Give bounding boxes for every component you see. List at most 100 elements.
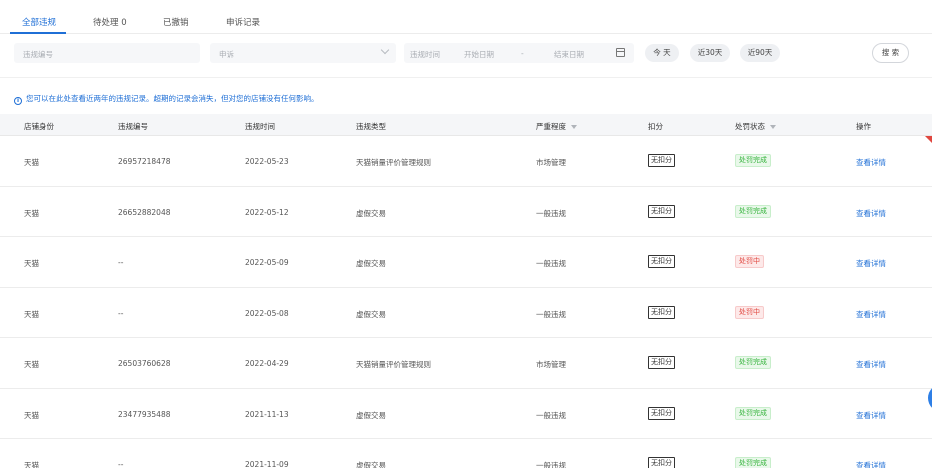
date-range-label: 违规时间 [410, 50, 440, 59]
deduct-badge: 无扣分 [648, 457, 675, 468]
cell-identity: 天猫 [24, 208, 39, 218]
notice-text: 您可以在此处查看近两年的违规记录。超期的记录会消失，但对您的店铺没有任何影响。 [26, 94, 319, 103]
filter-icon[interactable] [571, 125, 577, 129]
tab-all-violations[interactable]: 全部违规 [22, 16, 56, 28]
cell-severity: 市场管理 [536, 360, 566, 369]
tab-appeal-records[interactable]: 申诉记录 [226, 16, 260, 28]
header-violation-time: 违规时间 [245, 122, 275, 131]
tab-pending[interactable]: 待处理 0 [93, 16, 127, 28]
table-row: 天猫 26957218478 2022-05-23 天猫销量评价管理规则 市场管… [0, 136, 932, 187]
cell-identity: 天猫 [24, 360, 39, 369]
corner-flag-icon [925, 136, 932, 143]
cell-severity: 一般违规 [536, 259, 566, 268]
retention-notice: i 您可以在此处查看近两年的违规记录。超期的记录会消失，但对您的店铺没有任何影响。 [14, 93, 319, 105]
start-date-input[interactable]: 开始日期 [464, 49, 494, 60]
cell-number: -- [118, 308, 124, 318]
table-row: 天猫 26652882048 2022-05-12 虚假交易 一般违规 无扣分 … [0, 187, 932, 237]
filter-bar: 违规编号 申诉 违规时间 开始日期 - 结束日期 今 天 近30天 近90天 搜… [0, 34, 932, 78]
header-severity-label: 严重程度 [536, 122, 566, 131]
cell-identity: 天猫 [24, 461, 39, 468]
cell-severity: 一般违规 [536, 309, 566, 319]
table-header: 店铺身份 违规编号 违规时间 违规类型 严重程度 扣分 处罚状态 操作 [0, 114, 932, 136]
cell-number: 26957218478 [118, 157, 171, 166]
deduct-badge: 无扣分 [648, 305, 675, 319]
appeal-select[interactable]: 申诉 [210, 43, 396, 63]
status-badge: 处罚中 [735, 255, 764, 268]
header-store-identity: 店铺身份 [24, 122, 54, 131]
appeal-select-placeholder: 申诉 [219, 50, 234, 59]
deduct-badge: 无扣分 [648, 204, 675, 218]
status-badge: 处罚中 [735, 305, 764, 319]
chevron-down-icon [380, 45, 390, 55]
cell-type: 虚假交易 [356, 208, 386, 218]
cell-number: -- [118, 258, 124, 267]
view-details-link[interactable]: 查看详情 [856, 208, 886, 219]
cell-time: 2022-05-23 [245, 157, 289, 166]
cell-type: 虚假交易 [356, 461, 386, 468]
violation-date-range[interactable]: 违规时间 开始日期 - 结束日期 [404, 43, 634, 63]
cell-type: 天猫销量评价管理规则 [356, 158, 431, 167]
cell-number: -- [118, 460, 124, 468]
filter-icon[interactable] [770, 125, 776, 129]
view-details-link[interactable]: 查看详情 [856, 410, 886, 421]
cell-severity: 一般违规 [536, 410, 566, 420]
cell-type: 虚假交易 [356, 259, 386, 268]
view-details-link[interactable]: 查看详情 [856, 157, 886, 168]
cell-time: 2022-05-08 [245, 308, 289, 318]
deduct-badge: 无扣分 [648, 356, 675, 369]
cell-time: 2022-05-09 [245, 258, 289, 267]
end-date-input[interactable]: 结束日期 [554, 49, 584, 60]
header-violation-number: 违规编号 [118, 122, 148, 131]
date-range-separator: - [521, 49, 524, 58]
cell-number: 26503760628 [118, 359, 171, 368]
tab-revoked[interactable]: 已撤销 [163, 16, 189, 28]
table-row: 天猫 -- 2021-11-09 虚假交易 一般违规 无扣分 处罚完成 查看详情 [0, 439, 932, 468]
status-badge: 处罚完成 [735, 154, 771, 167]
cell-severity: 一般违规 [536, 208, 566, 218]
cell-type: 虚假交易 [356, 410, 386, 420]
header-violation-type: 违规类型 [356, 122, 386, 131]
cell-type: 天猫销量评价管理规则 [356, 360, 431, 369]
info-icon: i [14, 97, 22, 105]
status-badge: 处罚完成 [735, 356, 771, 369]
status-badge: 处罚完成 [735, 204, 771, 218]
view-details-link[interactable]: 查看详情 [856, 258, 886, 269]
cell-identity: 天猫 [24, 309, 39, 319]
today-button[interactable]: 今 天 [645, 44, 679, 62]
status-badge: 处罚完成 [735, 406, 771, 420]
table-body: 天猫 26957218478 2022-05-23 天猫销量评价管理规则 市场管… [0, 136, 932, 468]
table-row: 天猫 -- 2022-05-08 虚假交易 一般违规 无扣分 处罚中 查看详情 [0, 288, 932, 338]
cell-time: 2022-04-29 [245, 359, 289, 368]
tab-bar: 全部违规 待处理 0 已撤销 申诉记录 [0, 0, 932, 34]
cell-identity: 天猫 [24, 158, 39, 167]
cell-type: 虚假交易 [356, 309, 386, 319]
header-deduct: 扣分 [648, 122, 663, 131]
cell-severity: 市场管理 [536, 158, 566, 167]
view-details-link[interactable]: 查看详情 [856, 359, 886, 370]
search-button[interactable]: 搜 索 [872, 43, 909, 63]
deduct-badge: 无扣分 [648, 255, 675, 268]
table-row: 天猫 26503760628 2022-04-29 天猫销量评价管理规则 市场管… [0, 338, 932, 389]
deduct-badge: 无扣分 [648, 154, 675, 167]
cell-identity: 天猫 [24, 410, 39, 420]
cell-number: 26652882048 [118, 207, 171, 217]
cell-time: 2021-11-09 [245, 460, 289, 468]
header-penalty-status-label: 处罚状态 [735, 122, 765, 131]
deduct-badge: 无扣分 [648, 406, 675, 420]
view-details-link[interactable]: 查看详情 [856, 309, 886, 320]
violation-number-input[interactable]: 违规编号 [14, 43, 200, 63]
cell-number: 23477935488 [118, 409, 171, 419]
table-row: 天猫 -- 2022-05-09 虚假交易 一般违规 无扣分 处罚中 查看详情 [0, 237, 932, 288]
table-row: 天猫 23477935488 2021-11-13 虚假交易 一般违规 无扣分 … [0, 389, 932, 439]
header-penalty-status: 处罚状态 [735, 121, 776, 132]
view-details-link[interactable]: 查看详情 [856, 460, 886, 468]
last-30-days-button[interactable]: 近30天 [690, 44, 730, 62]
cell-identity: 天猫 [24, 259, 39, 268]
status-badge: 处罚完成 [735, 457, 771, 468]
cell-severity: 一般违规 [536, 461, 566, 468]
violation-number-placeholder: 违规编号 [23, 50, 53, 59]
last-90-days-button[interactable]: 近90天 [740, 44, 780, 62]
cell-time: 2021-11-13 [245, 409, 289, 419]
cell-time: 2022-05-12 [245, 207, 289, 217]
calendar-icon[interactable] [616, 48, 625, 57]
